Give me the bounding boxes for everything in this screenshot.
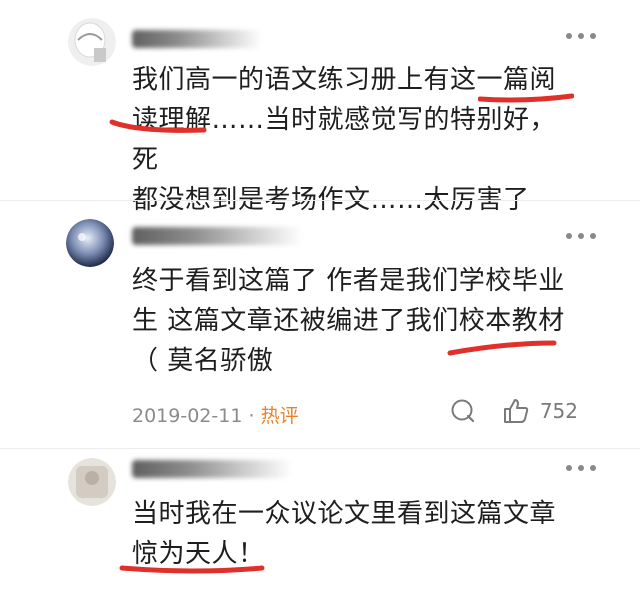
username-blurred[interactable]: [132, 30, 262, 48]
avatar[interactable]: [68, 458, 116, 506]
avatar-image: [68, 458, 116, 506]
avatar[interactable]: [66, 219, 114, 267]
username-blurred[interactable]: [132, 227, 302, 245]
avatar-image: [68, 18, 116, 66]
more-icon[interactable]: [566, 464, 596, 472]
meta-separator: ·: [248, 405, 255, 427]
comment-text: 我们高一的语文练习册上有这一篇阅 读理解……当时就感觉写的特别好，死 都没想到是…: [132, 65, 557, 215]
divider: [0, 200, 640, 201]
comment-actions: 752: [450, 397, 578, 425]
like-count: 752: [539, 399, 578, 423]
comment-1: 我们高一的语文练习册上有这一篇阅 读理解……当时就感觉写的特别好，死 都没想到是…: [0, 0, 640, 215]
highlight-underline: [119, 565, 265, 574]
divider: [0, 448, 640, 449]
highlight-underline: [478, 93, 574, 103]
avatar[interactable]: [68, 18, 116, 66]
avatar-image: [66, 219, 114, 267]
username-blurred[interactable]: [132, 460, 292, 478]
comment-meta: 2019-02-11 · 热评: [132, 401, 299, 428]
comment-date: 2019-02-11: [132, 405, 243, 427]
comment-3: 当时我在一众议论文里看到这篇文章 惊为天人！: [0, 450, 640, 591]
comment-icon[interactable]: [450, 398, 476, 424]
more-icon[interactable]: [566, 232, 596, 240]
highlight-underline: [109, 119, 207, 133]
like-icon[interactable]: [502, 397, 530, 425]
comment-text: 终于看到这篇了 作者是我们学校毕业 生 这篇文章还被编进了我们校本教材 （ 莫名…: [132, 266, 565, 376]
highlight-underline: [447, 340, 557, 356]
hot-tag: 热评: [260, 405, 299, 427]
comment-2: 终于看到这篇了 作者是我们学校毕业 生 这篇文章还被编进了我们校本教材 （ 莫名…: [0, 205, 640, 450]
more-icon[interactable]: [566, 32, 596, 40]
